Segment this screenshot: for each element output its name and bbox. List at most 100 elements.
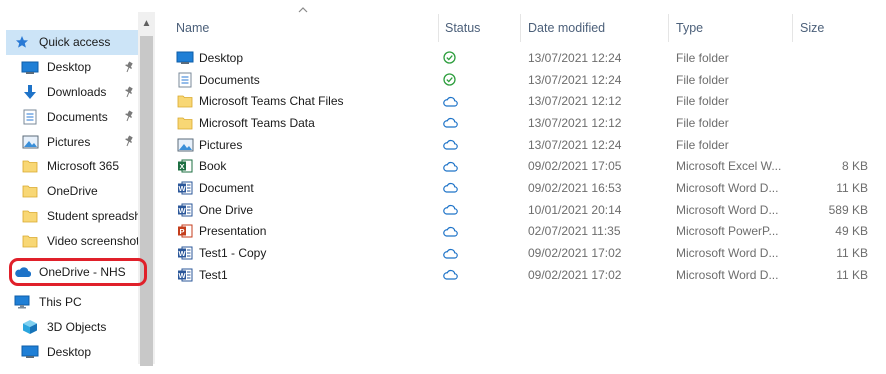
- nav-item-pictures[interactable]: Pictures: [14, 129, 138, 154]
- file-name: Desktop: [199, 50, 244, 65]
- file-row[interactable]: W One Drive 10/01/2021 20:14 Microsoft Word…: [170, 199, 886, 221]
- pin-icon[interactable]: [124, 110, 134, 122]
- size-cell: 8 KB: [841, 159, 868, 174]
- date-modified-cell: 13/07/2021 12:24: [528, 72, 622, 87]
- file-row[interactable]: Microsoft Teams Chat Files 13/07/2021 12:…: [170, 90, 886, 112]
- documents-folder-icon: [176, 72, 194, 88]
- file-row[interactable]: W Test1 09/02/2021 17:02 Microsoft Word D..…: [170, 264, 886, 286]
- file-row[interactable]: Desktop 13/07/2021 12:24 File folder: [170, 47, 886, 69]
- cloud-only-icon: [443, 221, 483, 243]
- nav-item-downloads[interactable]: Downloads: [14, 80, 138, 105]
- type-cell: File folder: [676, 50, 729, 65]
- nav-label: Student spreadsheets: [47, 208, 138, 223]
- nav-scrollbar[interactable]: ▲: [138, 12, 155, 366]
- column-header-date-modified[interactable]: Date modified: [528, 14, 605, 42]
- folder-icon: [21, 233, 39, 249]
- file-name: Document: [199, 180, 254, 195]
- scrollbar-thumb[interactable]: [140, 36, 153, 366]
- word-icon: W: [176, 202, 194, 218]
- type-cell: Microsoft Word D...: [676, 246, 779, 261]
- file-row[interactable]: Pictures 13/07/2021 12:24 File folder: [170, 134, 886, 156]
- file-row[interactable]: X Book 09/02/2021 17:05 Microsoft Excel W..…: [170, 155, 886, 177]
- cloud-only-icon: [443, 199, 483, 221]
- file-name-cell: X Book: [176, 155, 438, 177]
- date-modified-cell: 02/07/2021 11:35: [528, 224, 621, 239]
- nav-item-desktop[interactable]: Desktop: [14, 340, 138, 365]
- cloud-only-icon: [443, 134, 483, 156]
- nav-item-microsoft-365[interactable]: Microsoft 365: [14, 154, 138, 179]
- size-cell: 11 KB: [836, 180, 868, 195]
- date-modified-cell: 09/02/2021 17:02: [528, 246, 622, 261]
- nav-item-onedrive[interactable]: OneDrive: [14, 179, 138, 204]
- cloud-only-icon: [443, 112, 483, 134]
- column-header-type[interactable]: Type: [676, 14, 703, 42]
- file-name-cell: Microsoft Teams Chat Files: [176, 90, 438, 112]
- nav-item-desktop[interactable]: Desktop: [14, 55, 138, 80]
- nav-label: OneDrive: [47, 184, 98, 199]
- cloud-only-icon: [443, 264, 483, 286]
- word-icon: W: [176, 180, 194, 196]
- size-cell: 49 KB: [835, 224, 868, 239]
- nav-label: 3D Objects: [47, 320, 107, 335]
- folder-icon: [176, 93, 194, 109]
- sort-ascending-icon: [298, 7, 308, 13]
- synced-check-icon: [443, 47, 483, 69]
- pin-icon[interactable]: [124, 86, 134, 98]
- pictures-icon: [21, 134, 39, 150]
- excel-icon: X: [176, 158, 194, 174]
- nav-item-student-spreadsheets[interactable]: Student spreadsheets: [14, 204, 138, 229]
- date-modified-cell: 10/01/2021 20:14: [528, 202, 622, 217]
- file-row[interactable]: P Presentation 02/07/2021 11:35 Microsoft P…: [170, 221, 886, 243]
- column-divider[interactable]: [668, 14, 669, 42]
- date-modified-cell: 09/02/2021 16:53: [528, 180, 622, 195]
- column-divider[interactable]: [792, 14, 793, 42]
- size-cell: [796, 47, 868, 69]
- word-icon: W: [176, 267, 194, 283]
- file-name: Microsoft Teams Chat Files: [199, 94, 344, 109]
- file-row[interactable]: Microsoft Teams Data 13/07/2021 12:12 File…: [170, 112, 886, 134]
- powerpoint-icon: P: [176, 223, 194, 239]
- date-modified-cell: 09/02/2021 17:05: [528, 159, 622, 174]
- nav-item-documents[interactable]: Documents: [14, 104, 138, 129]
- size-cell: [796, 69, 868, 91]
- pin-icon[interactable]: [124, 135, 134, 147]
- column-header-status[interactable]: Status: [445, 14, 480, 42]
- type-cell: Microsoft Excel W...: [676, 159, 782, 174]
- file-row[interactable]: W Test1 - Copy 09/02/2021 17:02 Microsoft W…: [170, 242, 886, 264]
- file-name: Pictures: [199, 137, 243, 152]
- pin-icon[interactable]: [124, 61, 134, 73]
- file-name-cell: W One Drive: [176, 199, 438, 221]
- file-name: Presentation: [199, 224, 267, 239]
- folder-icon: [176, 115, 194, 131]
- column-divider[interactable]: [438, 14, 439, 42]
- column-header-size[interactable]: Size: [800, 14, 824, 42]
- cloud-only-icon: [443, 90, 483, 112]
- size-cell: [796, 134, 868, 156]
- file-row[interactable]: W Document 09/02/2021 16:53 Microsoft Word …: [170, 177, 886, 199]
- nav-quick-access[interactable]: Quick access: [6, 30, 138, 55]
- cloud-only-icon: [443, 242, 483, 264]
- column-divider[interactable]: [520, 14, 521, 42]
- size-cell: 11 KB: [836, 246, 868, 261]
- nav-item-3d-objects[interactable]: 3D Objects: [14, 315, 138, 340]
- cloud-only-icon: [443, 155, 483, 177]
- synced-check-icon: [443, 69, 483, 91]
- file-list: Desktop 13/07/2021 12:24 File folder Docume…: [170, 47, 886, 286]
- type-cell: Microsoft Word D...: [676, 202, 779, 217]
- desktop-icon: [21, 344, 39, 360]
- column-header-name[interactable]: Name: [176, 14, 209, 42]
- word-icon: W: [176, 245, 194, 261]
- scroll-up-arrow-icon[interactable]: ▲: [138, 12, 155, 34]
- nav-this-pc[interactable]: This PC: [6, 290, 138, 315]
- type-cell: Microsoft Word D...: [676, 180, 779, 195]
- nav-item-video-screenshots[interactable]: Video screenshots: [14, 228, 138, 253]
- star-icon: [13, 34, 31, 50]
- file-name-cell: W Test1 - Copy: [176, 242, 438, 264]
- file-row[interactable]: Documents 13/07/2021 12:24 File folder: [170, 69, 886, 91]
- size-cell: 11 KB: [836, 267, 868, 282]
- file-name-cell: Documents: [176, 69, 438, 91]
- type-cell: File folder: [676, 72, 729, 87]
- svg-text:W: W: [178, 206, 186, 215]
- pictures-folder-icon: [176, 137, 194, 153]
- date-modified-cell: 13/07/2021 12:12: [528, 115, 622, 130]
